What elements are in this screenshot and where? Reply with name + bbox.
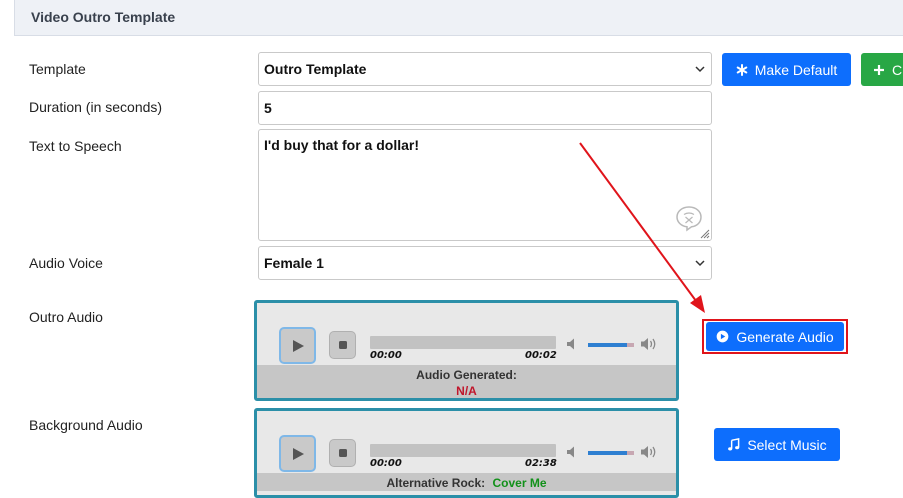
chevron-down-icon [695, 66, 705, 73]
stop-icon [338, 449, 347, 457]
outro-seek-track[interactable] [370, 336, 556, 349]
outro-duration: 00:02 [525, 350, 557, 361]
speaker-loud-icon[interactable] [640, 336, 658, 352]
background-volume-rest[interactable] [627, 451, 634, 455]
tts-value: I'd buy that for a dollar! [264, 137, 419, 153]
background-track-name: Cover Me [492, 476, 547, 490]
make-default-label: Make Default [754, 61, 838, 78]
background-status-bar: Alternative Rock: Cover Me [257, 473, 676, 491]
speaker-icon[interactable] [566, 337, 580, 351]
background-play-button[interactable] [279, 435, 316, 472]
music-note-icon [728, 438, 740, 451]
outro-audio-label: Outro Audio [29, 309, 103, 325]
create-button-label: C [892, 61, 903, 78]
stop-icon [338, 341, 347, 349]
play-icon [292, 339, 304, 352]
outro-status-bar: Audio Generated: N/A [257, 365, 676, 398]
background-audio-player: 00:00 02:38 Alternative Rock: Cover Me [254, 408, 679, 498]
background-seek-track[interactable] [370, 444, 556, 457]
template-select[interactable]: Outro Template [258, 52, 712, 86]
make-default-button[interactable]: Make Default [722, 53, 851, 86]
select-music-label: Select Music [747, 436, 827, 453]
outro-status-value: N/A [456, 384, 477, 398]
template-label: Template [29, 61, 86, 77]
generate-audio-button[interactable]: Generate Audio [706, 322, 844, 351]
resize-grip-icon[interactable] [698, 227, 710, 239]
panel-header: Video Outro Template [14, 0, 903, 36]
duration-value: 5 [264, 100, 272, 116]
tts-label: Text to Speech [29, 138, 122, 154]
create-button[interactable]: C [861, 53, 903, 86]
template-select-value: Outro Template [264, 61, 367, 77]
duration-input[interactable]: 5 [258, 91, 712, 125]
background-stop-button[interactable] [329, 439, 356, 467]
outro-play-button[interactable] [279, 327, 316, 364]
duration-label: Duration (in seconds) [29, 99, 163, 115]
speaker-icon[interactable] [566, 445, 580, 459]
voice-label: Audio Voice [29, 255, 103, 271]
voice-select[interactable]: Female 1 [258, 246, 712, 280]
background-audio-label: Background Audio [29, 417, 143, 433]
panel-title: Video Outro Template [31, 9, 176, 25]
plus-icon [874, 64, 884, 75]
background-genre: Alternative Rock: [386, 476, 486, 490]
generate-audio-label: Generate Audio [736, 328, 834, 345]
voice-select-value: Female 1 [264, 255, 324, 271]
outro-status-label: Audio Generated: [416, 368, 517, 382]
outro-volume-level[interactable] [588, 343, 627, 347]
asterisk-icon [736, 63, 748, 76]
outro-current-time: 00:00 [370, 350, 402, 361]
tts-textarea[interactable]: I'd buy that for a dollar! [258, 129, 712, 241]
speaker-loud-icon[interactable] [640, 444, 658, 460]
select-music-button[interactable]: Select Music [714, 428, 840, 461]
play-icon [292, 447, 304, 460]
outro-stop-button[interactable] [329, 331, 356, 359]
chevron-down-icon [695, 260, 705, 267]
background-volume-level[interactable] [588, 451, 627, 455]
background-current-time: 00:00 [370, 458, 402, 469]
outro-volume-rest[interactable] [627, 343, 634, 347]
play-circle-icon [716, 330, 729, 343]
outro-audio-player: 00:00 00:02 Audio Generated: N/A [254, 300, 679, 401]
background-duration: 02:38 [525, 458, 557, 469]
